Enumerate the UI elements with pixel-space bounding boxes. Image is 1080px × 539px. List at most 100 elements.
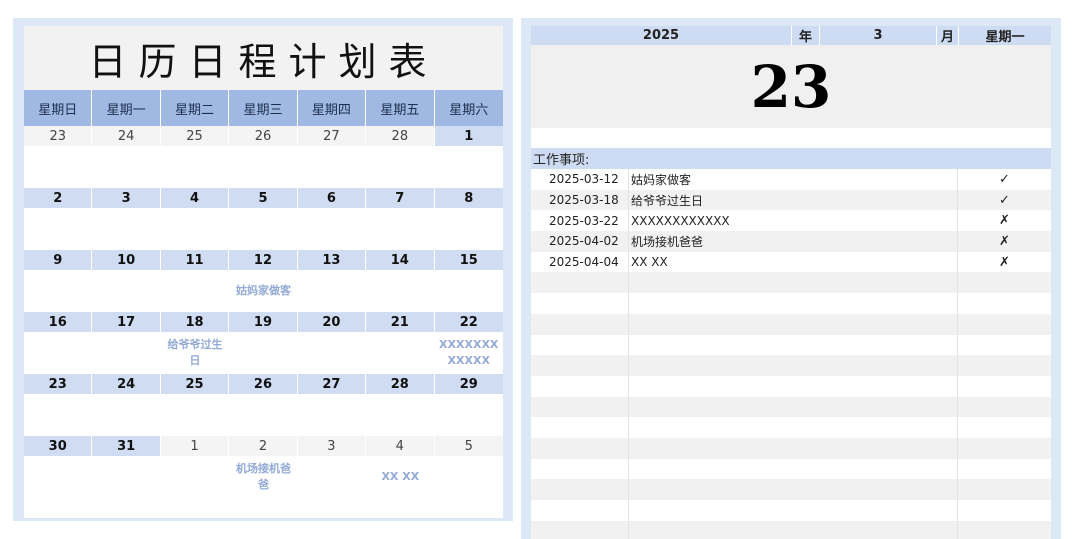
year-value[interactable]: 2025 <box>531 26 792 45</box>
day-cell[interactable]: 22 <box>434 312 503 332</box>
todo-status-mark[interactable] <box>958 376 1051 397</box>
todo-status-mark[interactable]: ✗ <box>958 231 1051 252</box>
todo-status-mark[interactable]: ✗ <box>958 210 1051 231</box>
day-cell[interactable]: 14 <box>366 250 435 270</box>
todo-status-mark[interactable]: ✓ <box>958 169 1051 190</box>
day-cell[interactable]: 26 <box>229 374 298 394</box>
todo-text[interactable]: 给爷爷过生日 <box>629 189 958 211</box>
day-cell[interactable]: 23 <box>24 126 93 146</box>
todo-status-mark[interactable] <box>958 272 1051 293</box>
todo-date[interactable] <box>531 334 629 356</box>
day-cell[interactable]: 9 <box>24 250 93 270</box>
todo-date[interactable] <box>531 396 629 418</box>
todo-row[interactable] <box>531 334 1051 356</box>
todo-row[interactable] <box>531 375 1051 397</box>
todo-date[interactable] <box>531 479 629 500</box>
todo-text[interactable] <box>629 375 958 397</box>
todo-text[interactable] <box>629 396 958 418</box>
todo-date[interactable]: 2025-03-22 <box>531 210 629 232</box>
todo-date[interactable] <box>531 375 629 397</box>
day-cell[interactable]: 24 <box>92 126 161 146</box>
day-cell[interactable]: 2 <box>229 436 298 456</box>
todo-text[interactable] <box>629 313 958 335</box>
todo-date[interactable] <box>531 272 629 294</box>
day-cell[interactable]: 1 <box>160 436 230 456</box>
todo-row[interactable]: 2025-03-22 XXXXXXXXXXXX ✗ <box>531 210 1051 232</box>
todo-text[interactable] <box>629 417 958 438</box>
todo-status-mark[interactable] <box>958 314 1051 335</box>
todo-status-mark[interactable] <box>958 438 1051 459</box>
day-cell[interactable]: 25 <box>160 126 230 146</box>
todo-status-mark[interactable] <box>958 459 1051 480</box>
day-cell[interactable]: 18 <box>160 312 230 332</box>
month-value[interactable]: 3 <box>820 26 937 45</box>
day-cell[interactable]: 28 <box>366 374 435 394</box>
todo-status-mark[interactable]: ✓ <box>958 190 1051 211</box>
todo-date[interactable] <box>531 520 629 539</box>
todo-date[interactable]: 2025-03-12 <box>531 169 629 190</box>
todo-text[interactable] <box>629 520 958 539</box>
todo-text[interactable]: XX XX <box>629 251 958 273</box>
todo-date[interactable]: 2025-04-04 <box>531 251 629 273</box>
todo-status-mark[interactable] <box>958 397 1051 418</box>
todo-status-mark[interactable] <box>958 521 1051 539</box>
day-cell[interactable]: 6 <box>297 188 367 208</box>
todo-row[interactable] <box>531 396 1051 418</box>
todo-status-mark[interactable] <box>958 417 1051 438</box>
todo-status-mark[interactable] <box>958 335 1051 356</box>
day-cell[interactable]: 3 <box>92 188 161 208</box>
todo-text[interactable] <box>629 334 958 356</box>
day-cell[interactable]: 17 <box>92 312 161 332</box>
day-cell[interactable]: 19 <box>229 312 298 332</box>
day-cell[interactable]: 25 <box>160 374 230 394</box>
day-cell[interactable]: 27 <box>297 374 367 394</box>
todo-text[interactable]: 姑妈家做客 <box>629 169 958 190</box>
todo-text[interactable] <box>629 437 958 459</box>
todo-status-mark[interactable] <box>958 500 1051 521</box>
todo-row[interactable] <box>531 417 1051 438</box>
todo-row[interactable] <box>531 458 1051 480</box>
day-cell[interactable]: 20 <box>297 312 367 332</box>
todo-text[interactable] <box>629 293 958 314</box>
day-cell[interactable]: 31 <box>92 436 161 456</box>
todo-row[interactable]: 2025-04-04 XX XX ✗ <box>531 251 1051 273</box>
todo-row[interactable]: 2025-03-12 姑妈家做客 ✓ <box>531 169 1051 190</box>
todo-row[interactable] <box>531 293 1051 314</box>
day-cell[interactable]: 27 <box>297 126 367 146</box>
todo-text[interactable] <box>629 272 958 294</box>
day-cell[interactable]: 4 <box>366 436 435 456</box>
day-cell[interactable]: 11 <box>160 250 230 270</box>
todo-date[interactable] <box>531 293 629 314</box>
day-cell[interactable]: 16 <box>24 312 93 332</box>
todo-text[interactable] <box>629 479 958 500</box>
day-cell[interactable]: 2 <box>24 188 93 208</box>
todo-text[interactable] <box>629 500 958 521</box>
todo-row[interactable] <box>531 437 1051 459</box>
todo-row[interactable] <box>531 479 1051 500</box>
day-cell[interactable]: 30 <box>24 436 93 456</box>
day-cell[interactable]: 5 <box>229 188 298 208</box>
day-cell[interactable]: 21 <box>366 312 435 332</box>
todo-text[interactable] <box>629 458 958 480</box>
todo-date[interactable]: 2025-03-18 <box>531 189 629 211</box>
day-cell[interactable]: 4 <box>160 188 230 208</box>
day-cell[interactable]: 12 <box>229 250 298 270</box>
todo-row[interactable] <box>531 520 1051 539</box>
day-cell[interactable]: 15 <box>434 250 503 270</box>
todo-text[interactable]: 机场接机爸爸 <box>629 231 958 252</box>
day-cell[interactable]: 10 <box>92 250 161 270</box>
todo-row[interactable]: 2025-03-18 给爷爷过生日 ✓ <box>531 189 1051 211</box>
day-cell[interactable]: 24 <box>92 374 161 394</box>
day-cell[interactable]: 29 <box>434 374 503 394</box>
todo-date[interactable] <box>531 437 629 459</box>
todo-row[interactable] <box>531 500 1051 521</box>
day-cell[interactable]: 26 <box>229 126 298 146</box>
day-cell[interactable]: 13 <box>297 250 367 270</box>
todo-date[interactable] <box>531 313 629 335</box>
todo-date[interactable] <box>531 355 629 376</box>
todo-status-mark[interactable] <box>958 293 1051 314</box>
todo-status-mark[interactable] <box>958 479 1051 500</box>
todo-text[interactable]: XXXXXXXXXXXX <box>629 210 958 232</box>
todo-row[interactable] <box>531 355 1051 376</box>
day-cell[interactable]: 7 <box>366 188 435 208</box>
